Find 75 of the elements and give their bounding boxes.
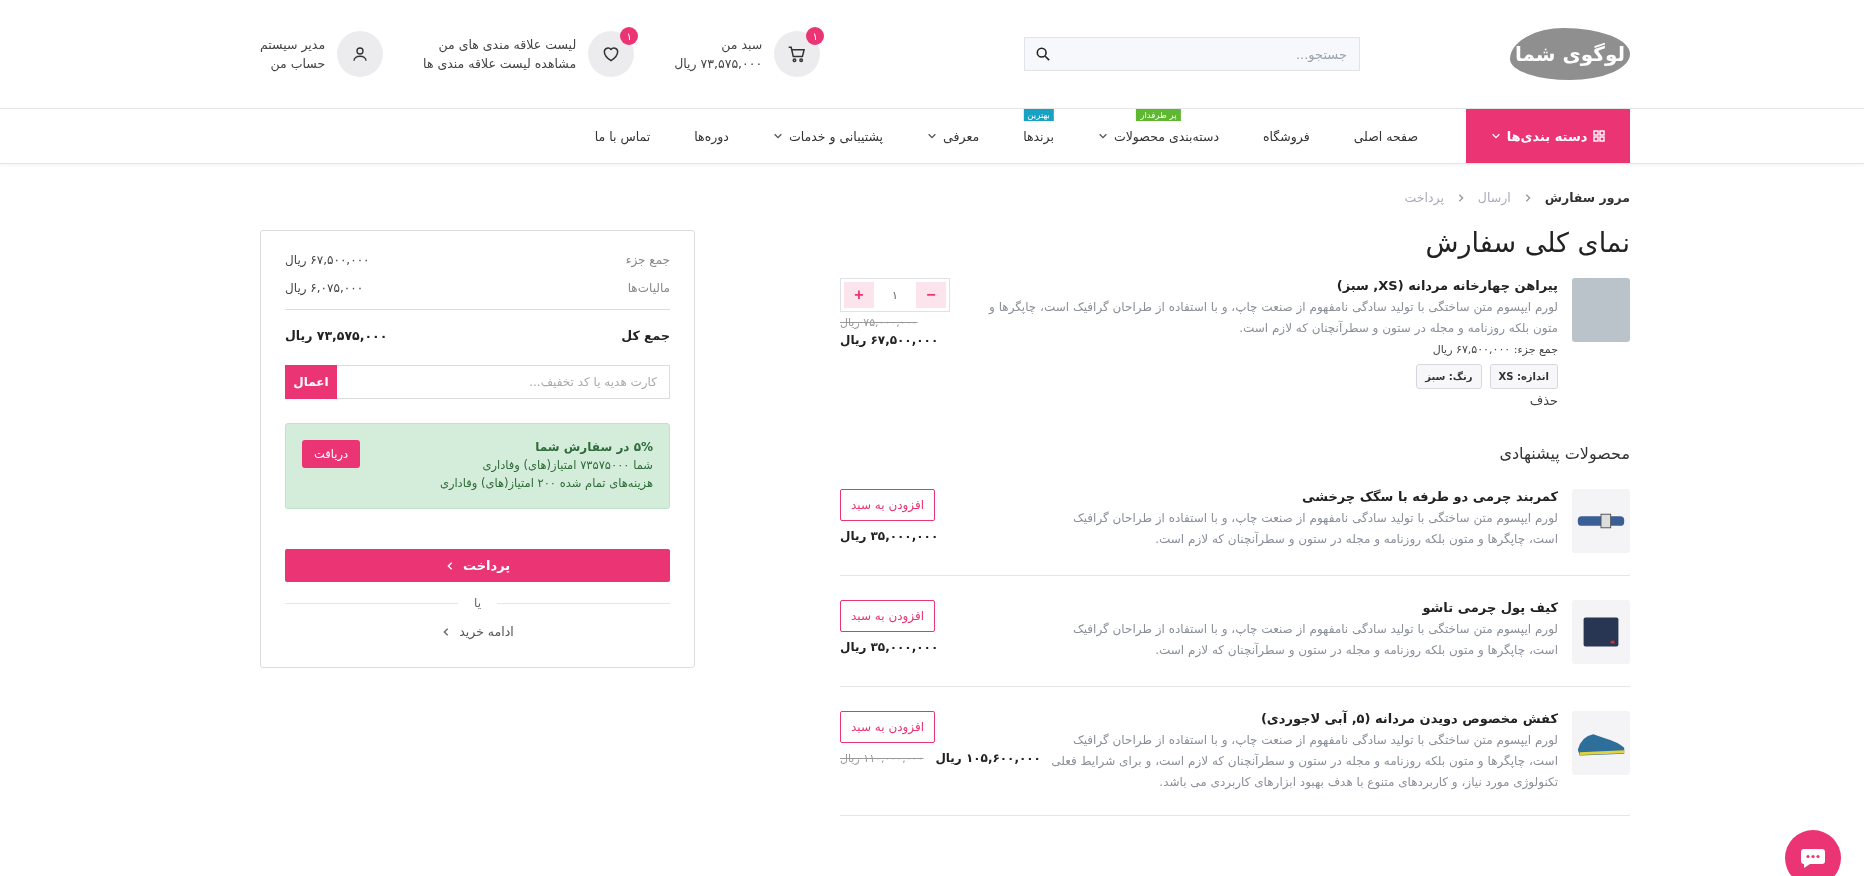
summary-value: ۶,۰۷۵,۰۰۰ ریال xyxy=(285,281,364,295)
search-icon xyxy=(1036,47,1050,61)
price: ۱۰۵,۶۰۰,۰۰۰ ریال xyxy=(935,751,1041,765)
option-tag: رنگ: سبز xyxy=(1416,364,1482,389)
count-badge: ۱ xyxy=(806,27,825,45)
caret-icon xyxy=(1097,131,1108,141)
account-button[interactable] xyxy=(337,31,384,77)
remove-link[interactable]: حذف xyxy=(1529,393,1558,408)
price: ۳۵,۰۰۰,۰۰۰ ریال xyxy=(840,640,939,654)
nav-link[interactable]: برندها xyxy=(1023,128,1054,144)
add-to-cart-button[interactable]: افزودن به سبد xyxy=(840,711,936,743)
cart-icon xyxy=(787,44,808,64)
header-item-title: لیست علاقه مندی های من xyxy=(437,37,577,52)
header-item-subtitle: ۷۳,۵۷۵,۰۰۰ ریال xyxy=(674,56,763,71)
nav-link[interactable]: فروشگاه xyxy=(1263,128,1310,144)
nav-link[interactable]: دوره‌ها xyxy=(694,128,729,144)
header-item-subtitle: حساب من xyxy=(269,56,326,71)
total-label: جمع کل xyxy=(621,328,670,343)
summary-label: جمع جزء xyxy=(625,253,670,267)
chat-button[interactable] xyxy=(1785,830,1841,876)
user-icon xyxy=(351,45,370,63)
categories-button[interactable]: دسته بندی‌ها xyxy=(1466,109,1630,163)
option-tag: اندازه: XS xyxy=(1489,364,1558,389)
product-name[interactable]: پیراهن چهارخانه مردانه (XS, سبز) xyxy=(1336,278,1558,293)
product-name[interactable]: کفش مخصوص دویدن مردانه (۵, آبی لاجوردی) xyxy=(1260,711,1558,726)
old-price: ۷۵,۰۰۰,۰۰۰ ریال xyxy=(840,316,918,329)
total-value: ۷۳,۵۷۵,۰۰۰ ریال xyxy=(285,328,388,343)
wallet-icon xyxy=(1583,617,1619,647)
summary-label: مالیات‌ها xyxy=(627,281,670,295)
price: ۳۵,۰۰۰,۰۰۰ ریال xyxy=(840,529,939,543)
item-subtotal: جمع جزء: ۶۷,۵۰۰,۰۰۰ ریال xyxy=(1432,343,1558,356)
nav-link[interactable]: پشتیبانی و خدمات xyxy=(788,128,884,144)
continue-shopping-link[interactable]: ادامه خرید xyxy=(459,624,514,639)
caret-icon xyxy=(927,131,938,141)
header-item-subtitle: مشاهده لیست علاقه مندی ها xyxy=(423,56,577,71)
header-item-title: سبد من xyxy=(720,37,763,52)
product-description: لورم ایپسوم متن ساختگی با تولید سادگی نامفهوم از صنعت چاپ، و با استفاده از طراحان گرافیک است، چاپگرها و متون بلکه روزنامه و مجله در ستون و سطرآنچنان که لازم است. xyxy=(1071,510,1558,549)
apply-button[interactable]: اعمال xyxy=(285,365,337,399)
chat-icon xyxy=(1800,847,1826,869)
reward-text: شما ۷۳۵۷۵۰۰۰ امتیاز(های) وفاداری xyxy=(481,458,653,472)
page-title: نمای کلی سفارش xyxy=(1424,227,1630,258)
search-field[interactable]: جستجو... xyxy=(1024,37,1360,71)
photo-placeholder xyxy=(1572,278,1630,342)
nav-link[interactable]: صفحه اصلی xyxy=(1353,128,1418,144)
nav-badge: پر طرفدار xyxy=(1136,108,1181,121)
reward-title: ۵% در سفارش شما xyxy=(534,440,653,454)
nav-link[interactable]: دسته‌بندی محصولات xyxy=(1113,128,1219,144)
summary-value: ۶۷,۵۰۰,۰۰۰ ریال xyxy=(285,253,370,267)
section-title: محصولات پیشنهادی xyxy=(1498,444,1630,463)
belt-icon xyxy=(1577,513,1625,529)
quantity-value: ۱ xyxy=(892,288,898,302)
reward-text: هزینه‌های تمام شده ۲۰۰ امتیاز(های) وفاداری xyxy=(439,476,653,490)
count-badge: ۱ xyxy=(620,27,639,45)
caret-icon xyxy=(772,131,783,141)
header-item-title: مدیر سیستم xyxy=(260,37,326,52)
product-name[interactable]: کیف پول چرمی تاشو xyxy=(1422,600,1558,615)
redeem-button[interactable]: دریافت xyxy=(302,440,361,468)
product-description: لورم ایپسوم متن ساختگی با تولید سادگی نامفهوم از صنعت چاپ، و با استفاده از طراحان گرافیک است، چاپگرها و متون بلکه روزنامه و مجله در ستون و سطرآنچنان که لازم است. xyxy=(987,299,1558,338)
nav-link[interactable]: تماس با ما xyxy=(594,128,651,144)
old-price: ۱۱۰,۰۰۰,۰۰۰ ریال xyxy=(840,751,924,765)
add-to-cart-button[interactable]: افزودن به سبد xyxy=(840,489,936,521)
product-name[interactable]: کمربند چرمی دو طرفه با سگک چرخشی xyxy=(1302,489,1558,504)
shoe-icon xyxy=(1577,734,1625,756)
nav-badge: بهترین xyxy=(1023,108,1054,121)
checkout-button[interactable]: پرداخت xyxy=(285,549,670,582)
breadcrumb-step[interactable]: مرور سفارش xyxy=(1544,190,1630,205)
coupon-field[interactable]: کارت هدیه یا کد تخفیف... xyxy=(337,365,670,399)
add-to-cart-button[interactable]: افزودن به سبد xyxy=(840,600,936,632)
nav-link[interactable]: معرفی xyxy=(943,128,980,144)
product-description: لورم ایپسوم متن ساختگی با تولید سادگی نامفهوم از صنعت چاپ، و با استفاده از طراحان گرافیک است، چاپگرها و متون بلکه روزنامه و مجله در ستون و سطرآنچنان که لازم است، و برای شرایط فعلی تکنولوژی مورد نیاز، و کاربردهای متنوع با هدف بهبود ابزارهای کاربردی می باشد. xyxy=(1050,732,1558,792)
chevron-icon xyxy=(1490,131,1501,141)
product-description: لورم ایپسوم متن ساختگی با تولید سادگی نامفهوم از صنعت چاپ، و با استفاده از طراحان گرافیک است، چاپگرها و متون بلکه روزنامه و مجله در ستون و سطرآنچنان که لازم است. xyxy=(1071,621,1558,660)
or-text: یا xyxy=(474,596,481,610)
grid-icon xyxy=(1593,130,1606,142)
price: ۶۷,۵۰۰,۰۰۰ ریال xyxy=(840,333,939,347)
